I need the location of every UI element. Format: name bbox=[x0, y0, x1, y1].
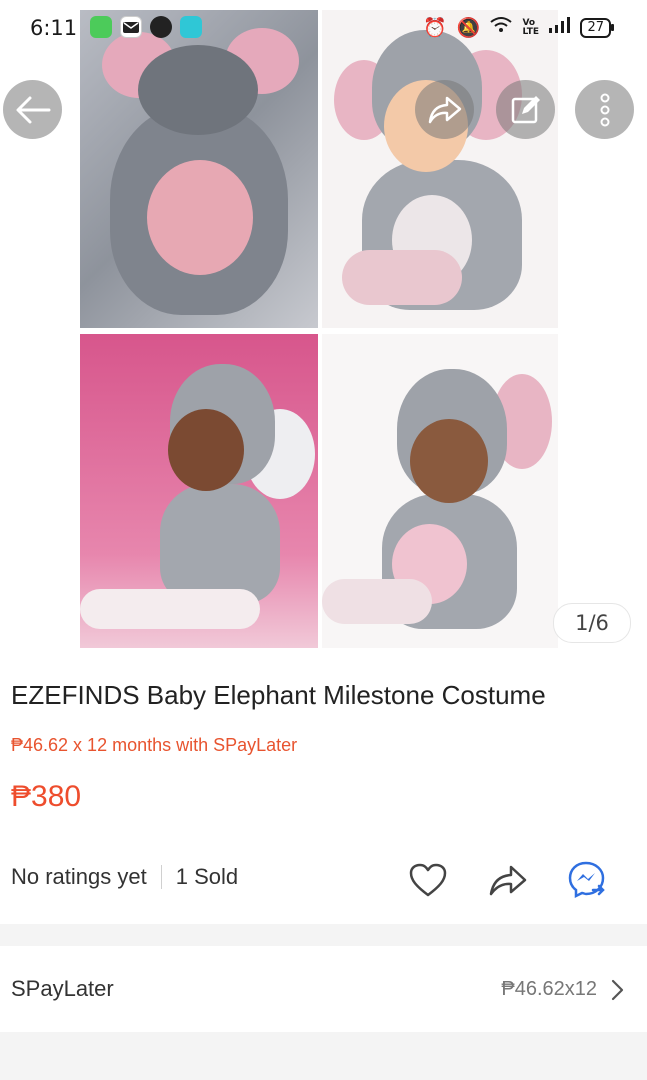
like-button[interactable] bbox=[407, 860, 449, 900]
spaylater-value: ₱46.62x12 bbox=[501, 978, 597, 1000]
share-product-button[interactable] bbox=[487, 860, 529, 900]
product-title: EZEFINDS Baby Elephant Milestone Costume bbox=[11, 680, 546, 710]
alarm-icon: ⏰ bbox=[423, 17, 447, 39]
messenger-notification-icon bbox=[150, 16, 172, 38]
image-counter: 1/6 bbox=[553, 603, 631, 643]
edit-icon bbox=[511, 95, 540, 123]
arrow-left-icon bbox=[16, 96, 50, 123]
edit-button[interactable] bbox=[496, 80, 555, 139]
baby-legs bbox=[322, 579, 432, 624]
costume-belly bbox=[147, 160, 253, 275]
baby-face bbox=[168, 409, 244, 491]
share-arrow-icon bbox=[428, 96, 461, 123]
mute-icon: 🔕 bbox=[456, 17, 481, 39]
product-price: ₱380 bbox=[11, 780, 82, 813]
chevron-right-icon bbox=[611, 979, 624, 1001]
ratings-text: No ratings yet bbox=[11, 864, 147, 889]
chat-notification-icon bbox=[180, 16, 202, 38]
wifi-icon bbox=[490, 16, 513, 39]
status-bar: 6:11 ⏰ 🔕 Vo LTE 27 bbox=[0, 0, 647, 60]
section-divider bbox=[0, 1032, 647, 1080]
section-divider bbox=[0, 924, 647, 946]
mail-icon bbox=[120, 16, 142, 38]
product-photo-baby-pink-backdrop bbox=[80, 334, 318, 648]
costume-suit bbox=[160, 484, 280, 604]
network-label: Vo LTE bbox=[522, 17, 539, 37]
messenger-icon bbox=[568, 861, 605, 899]
share-button[interactable] bbox=[415, 80, 474, 139]
installment-promo[interactable]: ₱46.62 x 12 months with SPayLater bbox=[11, 735, 297, 756]
baby-legs bbox=[80, 589, 260, 629]
stats-divider bbox=[160, 865, 162, 889]
spaylater-row[interactable]: SPayLater ₱46.62x12 bbox=[0, 946, 647, 1032]
spaylater-label: SPayLater bbox=[11, 976, 114, 1001]
messenger-share-button[interactable] bbox=[567, 860, 609, 900]
sold-count: 1 Sold bbox=[175, 864, 239, 889]
product-stats: No ratings yet 1 Sold bbox=[11, 864, 238, 890]
notification-icons bbox=[90, 16, 202, 38]
more-vertical-icon bbox=[600, 93, 609, 126]
share-arrow-icon bbox=[489, 865, 527, 896]
baby-legs bbox=[342, 250, 462, 305]
baby-face bbox=[410, 419, 488, 503]
system-icons: ⏰ 🔕 Vo LTE 27 bbox=[423, 16, 614, 39]
battery-indicator: 27 bbox=[580, 17, 614, 38]
product-photo-baby-front bbox=[322, 334, 558, 648]
signal-icon bbox=[548, 16, 571, 39]
app-notification-icon bbox=[90, 16, 112, 38]
status-time: 6:11 bbox=[30, 16, 78, 40]
heart-icon bbox=[409, 863, 447, 897]
more-options-button[interactable] bbox=[575, 80, 634, 139]
back-button[interactable] bbox=[3, 80, 62, 139]
